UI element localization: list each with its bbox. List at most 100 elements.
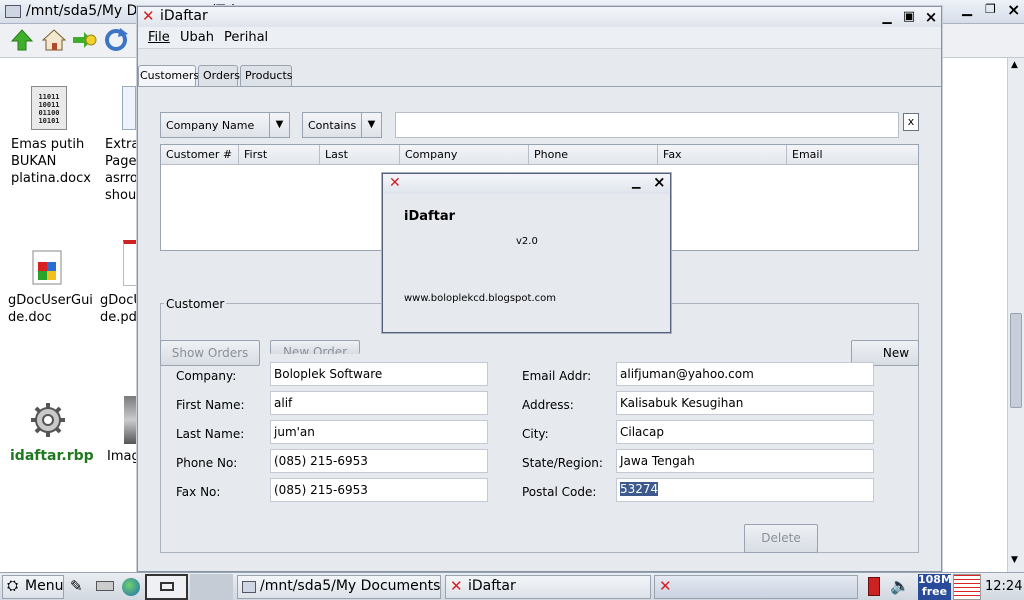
cpu-graph[interactable] xyxy=(953,574,981,600)
minimize-icon[interactable]: ▁ xyxy=(878,8,896,26)
postal-code-label: Postal Code: xyxy=(522,485,597,499)
memory-indicator[interactable]: 108M free xyxy=(918,574,952,600)
about-url: www.boloplekcd.blogspot.com xyxy=(404,293,556,304)
desktop-pager[interactable] xyxy=(145,574,188,600)
grid-header-fax[interactable]: Fax xyxy=(658,145,787,165)
show-orders-button[interactable]: Show Orders xyxy=(160,340,260,366)
grid-header-email[interactable]: Email xyxy=(787,145,918,165)
minimize-icon[interactable]: ▁ xyxy=(632,176,640,189)
scroll-up-icon[interactable]: ▲ xyxy=(1011,60,1018,70)
email-field[interactable]: alifjuman@yahoo.com xyxy=(616,362,874,386)
file-manager-scrollbar[interactable]: ▲ ▼ xyxy=(1007,58,1024,572)
state-label: State/Region: xyxy=(522,456,603,470)
minimize-icon[interactable]: ▁ xyxy=(962,2,972,17)
new-order-button[interactable]: New Order xyxy=(270,340,360,354)
desktop-icon-label: gDocUserGui de.doc xyxy=(8,293,93,325)
city-field[interactable]: Cilacap xyxy=(616,420,874,444)
image-icon[interactable] xyxy=(124,396,137,444)
desktop-icon-label: Extra Page asrro shou xyxy=(105,137,137,203)
grid-header-customer-number[interactable]: Customer # xyxy=(161,145,239,165)
forward-icon[interactable] xyxy=(72,28,98,52)
volume-icon[interactable]: 🔈 xyxy=(890,576,910,595)
task-file-manager[interactable]: /mnt/sda5/My Documents (T xyxy=(237,575,441,599)
desktop-icon-label: idaftar.rbp xyxy=(10,448,94,464)
phone-field[interactable]: (085) 215-6953 xyxy=(270,449,488,473)
customer-group-title: Customer xyxy=(164,297,227,311)
drive-icon[interactable] xyxy=(96,581,114,591)
desktop-icon-label: gDocU de.pd xyxy=(100,293,137,325)
about-dialog: ✕ ▁ × iDaftar v2.0 www.boloplekcd.blogsp… xyxy=(382,173,671,333)
app-x-icon: ✕ xyxy=(142,7,155,25)
email-label: Email Addr: xyxy=(522,369,592,383)
maximize-icon[interactable]: ▣ xyxy=(900,8,918,26)
scrollbar-thumb[interactable] xyxy=(1010,313,1022,408)
tab-row: Customers Orders Products xyxy=(138,65,941,88)
match-mode-value: Contains xyxy=(308,119,357,132)
scroll-down-icon[interactable]: ▼ xyxy=(1011,555,1018,565)
task-idaftar-label: iDaftar xyxy=(468,578,516,594)
chevron-down-icon: ▼ xyxy=(269,113,289,137)
tools-icon[interactable]: ✎ xyxy=(70,577,83,595)
gear-icon[interactable] xyxy=(29,401,67,439)
document-icon[interactable] xyxy=(122,86,136,130)
company-field[interactable]: Boloplek Software xyxy=(270,362,488,386)
address-field[interactable]: Kalisabuk Kesugihan xyxy=(616,391,874,415)
address-label: Address: xyxy=(522,398,574,412)
taskbar: ⛭ Menu ✎ /mnt/sda5/My Documents (T ✕ iDa… xyxy=(0,572,1024,600)
refresh-icon[interactable] xyxy=(104,28,128,52)
delete-button[interactable]: Delete xyxy=(744,524,818,553)
battery-icon[interactable] xyxy=(868,577,880,596)
maximize-icon[interactable]: ❐ xyxy=(985,2,996,16)
city-label: City: xyxy=(522,427,549,441)
fax-label: Fax No: xyxy=(176,485,221,499)
postal-code-field[interactable]: 53274 xyxy=(616,478,874,502)
task-file-manager-label: /mnt/sda5/My Documents (T xyxy=(260,578,441,594)
close-icon[interactable]: × xyxy=(653,173,666,191)
grid-header-first[interactable]: First xyxy=(239,145,320,165)
home-icon[interactable] xyxy=(42,28,66,52)
task-idaftar[interactable]: ✕ iDaftar xyxy=(445,575,651,599)
search-input[interactable] xyxy=(395,112,899,138)
clear-search-button[interactable]: x xyxy=(903,113,919,131)
menu-perihal[interactable]: Perihal xyxy=(224,30,268,45)
postal-code-value: 53274 xyxy=(620,482,659,496)
first-name-field[interactable]: alif xyxy=(270,391,488,415)
menu-file[interactable]: File xyxy=(148,30,170,45)
start-menu-label: Menu xyxy=(25,578,64,594)
close-icon[interactable]: × xyxy=(922,8,940,26)
grid-header-last[interactable]: Last xyxy=(320,145,400,165)
menubar: File Ubah Perihal xyxy=(138,27,941,49)
fax-field[interactable]: (085) 215-6953 xyxy=(270,478,488,502)
globe-icon[interactable] xyxy=(122,578,140,596)
pager-empty-desktop[interactable] xyxy=(190,574,233,600)
task-about-dialog[interactable]: ✕ xyxy=(654,575,858,599)
search-field-select[interactable]: Company Name ▼ xyxy=(160,112,290,138)
pager-window-icon xyxy=(160,582,174,591)
start-menu-button[interactable]: ⛭ Menu xyxy=(2,575,64,599)
folder-window-icon xyxy=(242,581,256,593)
tab-orders[interactable]: Orders xyxy=(198,65,240,87)
grid-header-phone[interactable]: Phone xyxy=(529,145,658,165)
about-titlebar: ✕ ▁ × xyxy=(383,173,670,194)
binary-document-icon[interactable]: 11011 10011 01100 10101 xyxy=(31,86,67,130)
grid-header-company[interactable]: Company xyxy=(400,145,529,165)
tab-customers[interactable]: Customers xyxy=(138,65,199,88)
match-mode-select[interactable]: Contains ▼ xyxy=(302,112,382,138)
up-arrow-icon[interactable] xyxy=(10,28,34,52)
memory-free-label: free xyxy=(921,585,948,598)
last-name-field[interactable]: jum'an xyxy=(270,420,488,444)
about-version: v2.0 xyxy=(516,236,538,247)
last-name-label: Last Name: xyxy=(176,427,245,441)
first-name-label: First Name: xyxy=(176,398,245,412)
pdf-document-icon[interactable] xyxy=(123,240,137,286)
state-field[interactable]: Jawa Tengah xyxy=(616,449,874,473)
menu-ubah[interactable]: Ubah xyxy=(180,30,214,45)
company-label: Company: xyxy=(176,369,237,383)
puzzle-document-icon[interactable] xyxy=(32,250,64,286)
about-app-name: iDaftar xyxy=(404,209,456,224)
tab-products[interactable]: Products xyxy=(240,65,293,87)
desktop-icon-label: Emas putih BUKAN platina.docx xyxy=(11,137,91,186)
idaftar-titlebar: ✕ iDaftar ▁ ▣ × xyxy=(138,7,941,27)
clock[interactable]: 12:24 xyxy=(985,579,1022,594)
close-icon[interactable]: × xyxy=(1007,0,1020,19)
